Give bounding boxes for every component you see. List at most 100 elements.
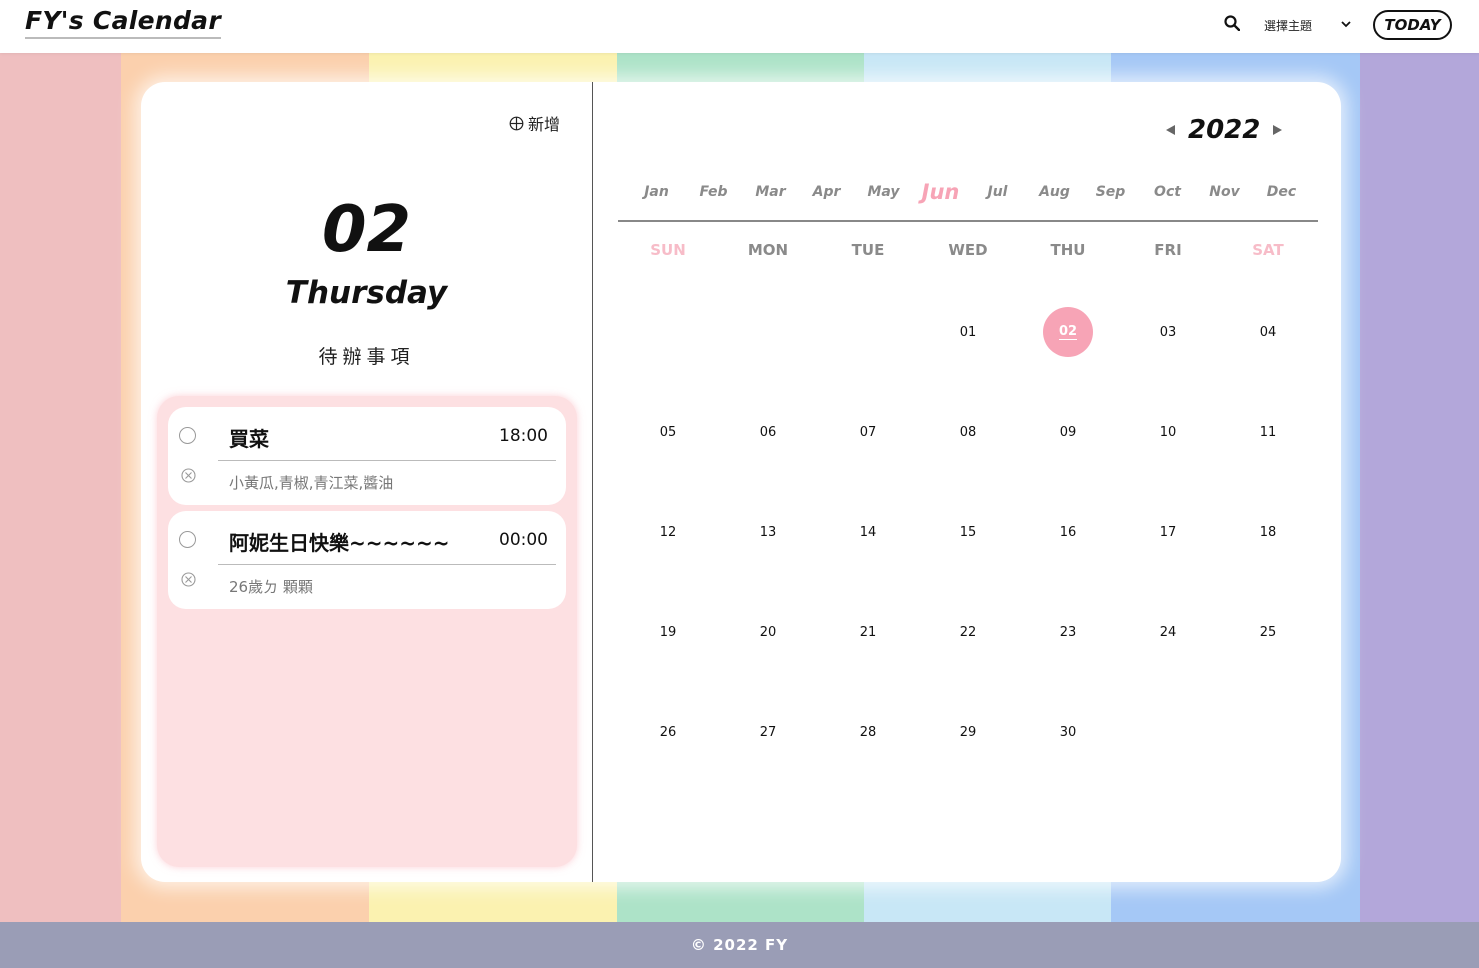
todo-name: 買菜 bbox=[229, 427, 269, 451]
day-cell[interactable]: 24 bbox=[1118, 582, 1218, 682]
search-icon[interactable] bbox=[1224, 15, 1240, 31]
month-sep[interactable]: Sep bbox=[1082, 177, 1139, 207]
day-number: 21 bbox=[859, 624, 877, 640]
weekday-header: SUN MON TUE WED THU FRI SAT bbox=[618, 238, 1318, 262]
month-jul[interactable]: Jul bbox=[969, 177, 1026, 207]
day-number: 18 bbox=[1259, 524, 1277, 540]
day-cell[interactable]: 07 bbox=[818, 382, 918, 482]
calendar-card: 新增 02 Thursday 待辦事項 買菜 18:00 小黃瓜,青椒,青江菜,… bbox=[141, 82, 1341, 882]
year-label: 2022 bbox=[1188, 115, 1261, 145]
day-number: 04 bbox=[1259, 324, 1277, 340]
month-divider bbox=[618, 220, 1318, 222]
day-number: 14 bbox=[859, 524, 877, 540]
month-dec[interactable]: Dec bbox=[1253, 177, 1310, 207]
day-cell[interactable]: 02 bbox=[1018, 282, 1118, 382]
month-feb[interactable]: Feb bbox=[685, 177, 742, 207]
day-grid: 01 02 03 04 05 06 07 08 09 10 11 12 13 14 15 16 17 18 19 20… bbox=[618, 282, 1318, 782]
todo-item[interactable]: 阿妮生日快樂~~~~~~ 00:00 26歲ㄉ 顆顆 bbox=[168, 511, 566, 609]
day-cell[interactable]: 25 bbox=[1218, 582, 1318, 682]
day-number: 20 bbox=[759, 624, 777, 640]
chevron-down-icon bbox=[1341, 21, 1351, 28]
day-number: 08 bbox=[959, 424, 977, 440]
day-number: 01 bbox=[959, 324, 977, 340]
next-year-icon[interactable] bbox=[1270, 123, 1284, 137]
day-cell[interactable]: 26 bbox=[618, 682, 718, 782]
day-number: 25 bbox=[1259, 624, 1277, 640]
footer: © 2022 FY bbox=[0, 922, 1479, 968]
day-number: 30 bbox=[1059, 724, 1077, 740]
day-cell[interactable]: 05 bbox=[618, 382, 718, 482]
day-cell[interactable]: 29 bbox=[918, 682, 1018, 782]
delete-icon[interactable] bbox=[181, 572, 196, 587]
day-cell[interactable]: 12 bbox=[618, 482, 718, 582]
day-cell[interactable]: 27 bbox=[718, 682, 818, 782]
day-cell[interactable]: 20 bbox=[718, 582, 818, 682]
today-button[interactable]: TODAY bbox=[1373, 10, 1452, 40]
day-cell[interactable]: 28 bbox=[818, 682, 918, 782]
day-cell[interactable]: 22 bbox=[918, 582, 1018, 682]
theme-select-label: 選擇主題 bbox=[1264, 18, 1313, 33]
day-cell[interactable]: 16 bbox=[1018, 482, 1118, 582]
day-cell[interactable]: 04 bbox=[1218, 282, 1318, 382]
selected-weekday: Thursday bbox=[285, 275, 448, 311]
day-cell[interactable]: 11 bbox=[1218, 382, 1318, 482]
add-circle-icon bbox=[509, 116, 524, 130]
todo-item[interactable]: 買菜 18:00 小黃瓜,青椒,青江菜,醬油 bbox=[168, 407, 566, 505]
todo-name: 阿妮生日快樂~~~~~~ bbox=[229, 531, 450, 555]
day-number: 03 bbox=[1159, 324, 1177, 340]
month-apr[interactable]: Apr bbox=[798, 177, 855, 207]
day-cell[interactable]: 23 bbox=[1018, 582, 1118, 682]
day-cell[interactable]: 06 bbox=[718, 382, 818, 482]
day-cell[interactable]: 17 bbox=[1118, 482, 1218, 582]
day-number: 19 bbox=[659, 624, 677, 640]
add-todo-button[interactable]: 新增 bbox=[509, 112, 560, 134]
month-jun[interactable]: Jun bbox=[912, 177, 969, 207]
delete-icon[interactable] bbox=[181, 468, 196, 483]
todo-note: 小黃瓜,青椒,青江菜,醬油 bbox=[229, 474, 394, 492]
day-number: 22 bbox=[959, 624, 977, 640]
month-jan[interactable]: Jan bbox=[628, 177, 685, 207]
month-may[interactable]: May bbox=[855, 177, 912, 207]
stripe bbox=[1360, 53, 1479, 922]
complete-checkbox[interactable] bbox=[179, 427, 196, 444]
day-number: 02 bbox=[1058, 324, 1078, 340]
month-oct[interactable]: Oct bbox=[1139, 177, 1196, 207]
weekday-tue: TUE bbox=[851, 241, 885, 259]
weekday-wed: WED bbox=[948, 241, 988, 259]
month-aug[interactable]: Aug bbox=[1026, 177, 1083, 207]
day-number: 10 bbox=[1159, 424, 1177, 440]
month-mar[interactable]: Mar bbox=[742, 177, 799, 207]
todo-divider bbox=[218, 564, 556, 565]
day-number: 12 bbox=[659, 524, 677, 540]
day-number: 26 bbox=[659, 724, 677, 740]
weekday-mon: MON bbox=[747, 241, 789, 259]
day-cell[interactable]: 15 bbox=[918, 482, 1018, 582]
weekday-sun: SUN bbox=[650, 241, 686, 259]
complete-checkbox[interactable] bbox=[179, 531, 196, 548]
stripe bbox=[0, 53, 121, 922]
day-cell[interactable]: 21 bbox=[818, 582, 918, 682]
day-cell[interactable]: 18 bbox=[1218, 482, 1318, 582]
todo-time: 18:00 bbox=[499, 426, 548, 446]
day-cell[interactable]: 08 bbox=[918, 382, 1018, 482]
day-number: 11 bbox=[1259, 424, 1277, 440]
day-cell[interactable]: 09 bbox=[1018, 382, 1118, 482]
prev-year-icon[interactable] bbox=[1164, 123, 1178, 137]
selected-date: 02 bbox=[321, 193, 412, 267]
app-logo[interactable]: FY's Calendar bbox=[25, 6, 221, 39]
day-cell[interactable]: 10 bbox=[1118, 382, 1218, 482]
day-cell[interactable]: 19 bbox=[618, 582, 718, 682]
todo-time: 00:00 bbox=[499, 530, 548, 550]
day-cell[interactable]: 01 bbox=[918, 282, 1018, 382]
theme-select[interactable]: 選擇主題 bbox=[1264, 16, 1351, 34]
day-cell[interactable]: 03 bbox=[1118, 282, 1218, 382]
weekday-sat: SAT bbox=[1252, 241, 1284, 259]
month-nov[interactable]: Nov bbox=[1196, 177, 1253, 207]
weekday-thu: THU bbox=[1050, 241, 1086, 259]
day-cell[interactable]: 30 bbox=[1018, 682, 1118, 782]
day-cell[interactable]: 13 bbox=[718, 482, 818, 582]
todo-list: 買菜 18:00 小黃瓜,青椒,青江菜,醬油 阿妮生日快樂~~~~~~ 00:0… bbox=[157, 396, 577, 867]
day-number: 29 bbox=[959, 724, 977, 740]
day-number: 27 bbox=[759, 724, 777, 740]
day-cell[interactable]: 14 bbox=[818, 482, 918, 582]
